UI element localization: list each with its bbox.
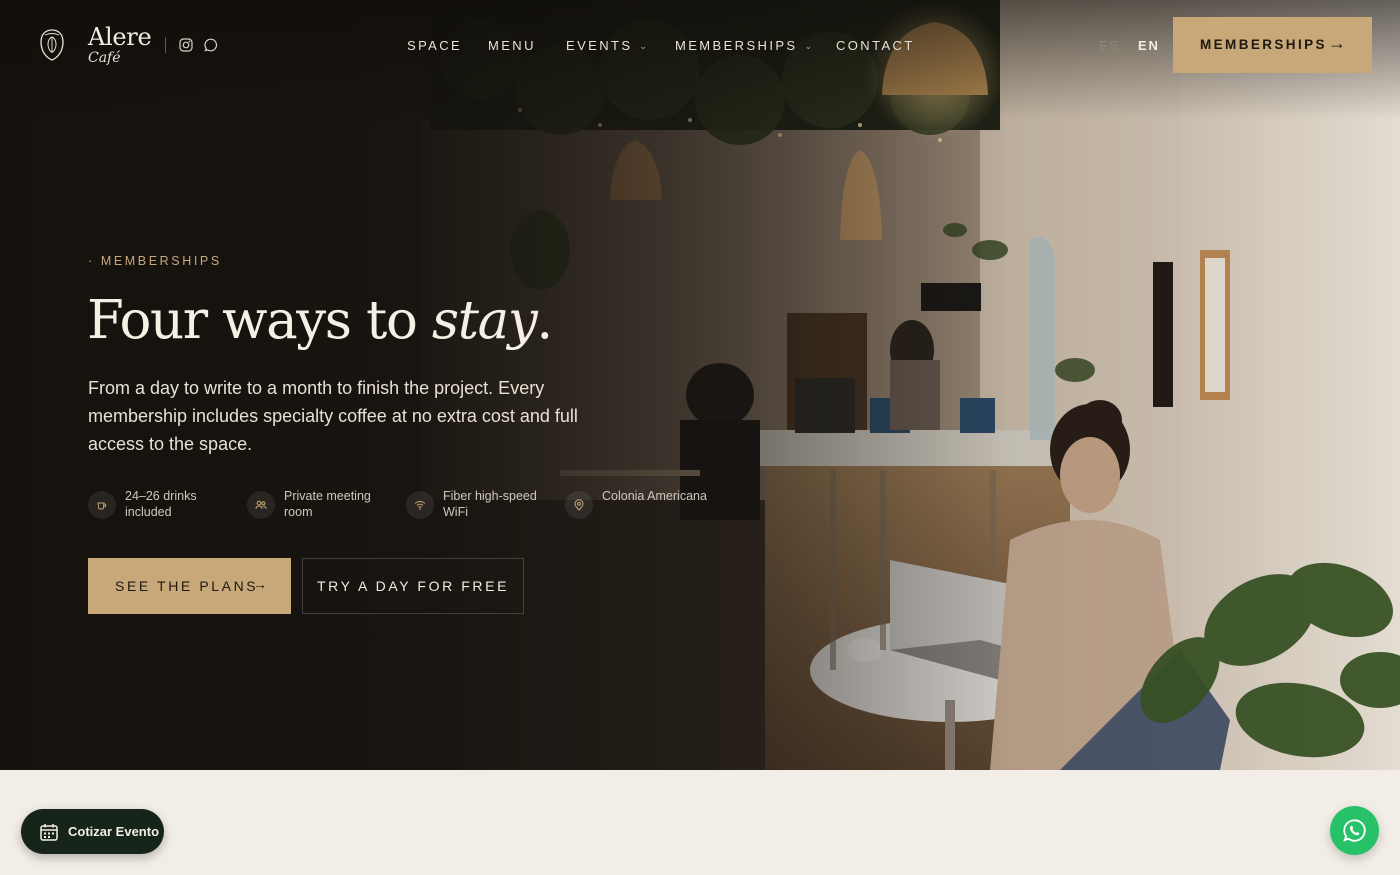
hero-section: Alere Café SPACE MENU EVENTS ⌄ MEMBERSHIP… <box>0 0 1400 770</box>
nav-space-label: SPACE <box>407 38 463 53</box>
hero-headline: Four ways to stay. <box>87 288 553 354</box>
nav-memberships[interactable]: MEMBERSHIPS ⌄ <box>675 38 812 54</box>
wifi-icon <box>406 491 434 519</box>
nav-events-label: EVENTS <box>566 38 633 53</box>
quote-event-button[interactable]: Cotizar Evento <box>21 809 164 854</box>
instagram-icon[interactable] <box>179 38 193 52</box>
quote-event-label: Cotizar Evento <box>68 824 160 839</box>
headline-prefix: Four ways to <box>87 290 432 351</box>
people-icon <box>247 491 275 519</box>
nav-space[interactable]: SPACE <box>407 38 462 54</box>
see-plans-label: SEE THE PLANS <box>115 578 259 594</box>
memberships-cta-label: MEMBERSHIPS <box>1200 37 1327 52</box>
language-separator: · <box>1125 38 1130 53</box>
nav-menu[interactable]: MENU <box>488 38 536 54</box>
chevron-down-icon: ⌄ <box>804 41 813 51</box>
logo-crest-icon[interactable] <box>38 28 66 62</box>
whatsapp-icon[interactable] <box>204 38 218 52</box>
headline-italic: stay <box>431 290 538 351</box>
whatsapp-icon <box>1343 819 1366 842</box>
memberships-cta-button[interactable]: MEMBERSHIPS → <box>1173 17 1372 73</box>
headline-suffix: . <box>536 290 553 351</box>
feature-location-text: Colonia Americana <box>602 489 707 503</box>
nav-memberships-label: MEMBERSHIPS <box>675 38 798 53</box>
brand-name[interactable]: Alere <box>88 24 152 50</box>
section-eyebrow: · MEMBERSHIPS <box>88 254 222 268</box>
chevron-down-icon: ⌄ <box>639 41 647 51</box>
see-plans-button[interactable]: SEE THE PLANS → <box>88 558 291 614</box>
arrow-right-icon: → <box>253 576 267 592</box>
feature-wifi-text: Fiber high-speed WiFi <box>443 489 537 519</box>
language-en[interactable]: EN <box>1138 38 1160 54</box>
nav-contact-label: CONTACT <box>836 38 915 53</box>
nav-menu-label: MENU <box>488 38 536 53</box>
location-pin-icon <box>565 491 593 519</box>
site-header: Alere Café SPACE MENU EVENTS ⌄ MEMBERSHIP… <box>0 0 1400 90</box>
coffee-cup-icon <box>88 491 116 519</box>
whatsapp-chat-button[interactable] <box>1330 806 1379 855</box>
language-es[interactable]: ES <box>1099 38 1120 54</box>
nav-events[interactable]: EVENTS ⌄ <box>566 38 647 54</box>
try-free-day-label: TRY A DAY FOR FREE <box>316 578 510 594</box>
try-free-day-button[interactable]: TRY A DAY FOR FREE <box>302 558 524 614</box>
brand-subtitle: Café <box>88 50 121 66</box>
nav-contact[interactable]: CONTACT <box>836 38 915 54</box>
hero-description: From a day to write to a month to finish… <box>88 378 578 454</box>
header-divider <box>165 37 166 53</box>
arrow-right-icon: → <box>1328 33 1346 53</box>
feature-meeting-room-text: Private meeting room <box>284 489 371 519</box>
feature-drinks-text: 24–26 drinks included <box>125 489 197 519</box>
calendar-icon <box>40 824 58 841</box>
